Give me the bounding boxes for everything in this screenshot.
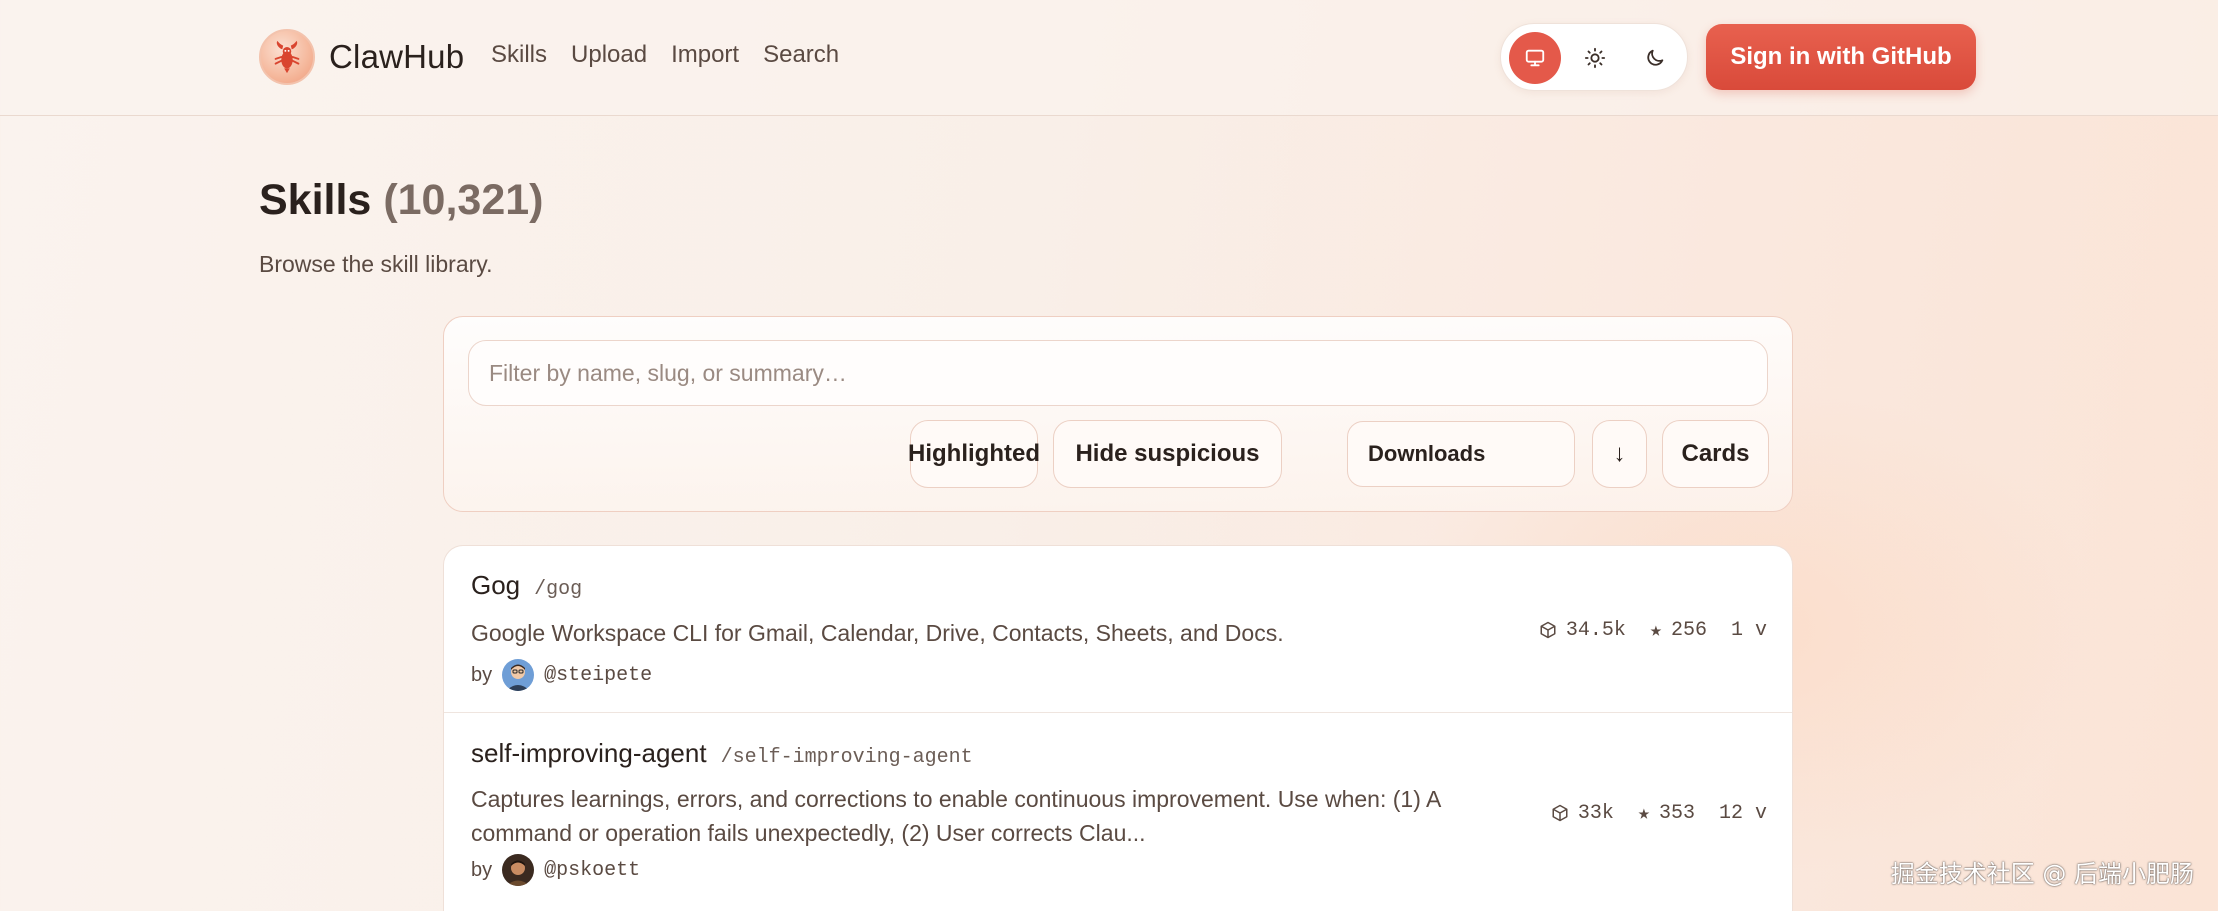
page-title-text: Skills xyxy=(259,176,372,224)
theme-toggle xyxy=(1500,23,1688,91)
theme-light-button[interactable] xyxy=(1569,32,1621,84)
hide-suspicious-toggle[interactable]: Hide suspicious xyxy=(1053,420,1282,488)
avatar xyxy=(502,659,535,691)
skill-title: Gog /gog xyxy=(471,570,582,601)
author-handle[interactable]: @pskoett xyxy=(544,859,640,882)
skill-author: by @steipete xyxy=(471,659,652,691)
skill-stats: 34.5k ★ 256 1 v xyxy=(1539,617,1767,643)
monitor-icon xyxy=(1525,49,1545,67)
main-nav: Skills Upload Import Search xyxy=(491,41,839,69)
arrow-down-icon: ↓ xyxy=(1613,440,1626,467)
downloads-count: 34.5k xyxy=(1565,618,1626,642)
skill-title: self-improving-agent /self-improving-age… xyxy=(471,738,973,769)
versions-count: 1 v xyxy=(1730,618,1767,642)
stars-stat: ★ 353 xyxy=(1637,800,1695,827)
highlighted-toggle[interactable]: Highlighted xyxy=(908,420,1040,488)
view-mode-button[interactable]: Cards xyxy=(1662,420,1769,488)
author-handle[interactable]: @steipete xyxy=(544,664,652,687)
sort-select-value: Downloads xyxy=(1368,441,1486,466)
by-label: by xyxy=(471,858,493,881)
sort-select[interactable]: Downloads xyxy=(1347,421,1575,487)
stars-count: 353 xyxy=(1658,801,1695,825)
downloads-stat: 34.5k xyxy=(1539,619,1626,642)
skill-stats: 33k ★ 353 12 v xyxy=(1551,800,1767,826)
skill-slug: /self-improving-agent xyxy=(720,746,973,769)
avatar xyxy=(502,854,535,886)
versions-stat: 1 v xyxy=(1731,619,1767,642)
filter-search-input[interactable] xyxy=(468,340,1768,406)
skill-summary: Google Workspace CLI for Gmail, Calendar… xyxy=(471,620,1284,646)
brand-home-link[interactable]: ClawHub xyxy=(259,29,464,85)
sort-direction-button[interactable]: ↓ xyxy=(1592,420,1647,488)
lobster-logo-icon xyxy=(259,29,315,85)
theme-system-button[interactable] xyxy=(1509,32,1561,84)
moon-icon xyxy=(1647,49,1664,66)
package-icon xyxy=(1540,621,1556,639)
skills-list: Gog /gog Google Workspace CLI for Gmail,… xyxy=(443,545,1793,911)
by-label: by xyxy=(471,663,493,686)
downloads-count: 33k xyxy=(1577,801,1614,825)
stars-count: 256 xyxy=(1670,618,1707,642)
watermark: 掘金技术社区 @ 后端小肥肠 xyxy=(1890,860,2194,888)
skill-name: self-improving-agent xyxy=(471,738,707,768)
page-title: Skills (10,321) xyxy=(259,176,543,225)
stars-stat: ★ 256 xyxy=(1649,617,1707,644)
skill-row[interactable]: Gog /gog Google Workspace CLI for Gmail,… xyxy=(444,546,1792,712)
top-header: ClawHub Skills Upload Import Search Sign… xyxy=(0,0,2218,116)
sun-icon xyxy=(1584,47,1606,69)
filter-panel: Highlighted Hide suspicious Downloads ↓ … xyxy=(443,316,1793,512)
skill-slug: /gog xyxy=(534,578,583,601)
page-subtitle: Browse the skill library. xyxy=(259,251,493,277)
nav-import[interactable]: Import xyxy=(671,41,739,69)
star-icon: ★ xyxy=(1637,803,1650,826)
versions-stat: 12 v xyxy=(1719,802,1767,825)
nav-upload[interactable]: Upload xyxy=(571,41,647,69)
skill-summary: Captures learnings, errors, and correcti… xyxy=(471,786,1441,846)
skills-count: (10,321) xyxy=(383,176,544,224)
skill-name: Gog xyxy=(471,570,521,600)
star-icon: ★ xyxy=(1649,620,1662,643)
nav-search[interactable]: Search xyxy=(763,41,839,69)
sign-in-github-button[interactable]: Sign in with GitHub xyxy=(1706,24,1976,90)
nav-skills[interactable]: Skills xyxy=(491,41,547,69)
theme-dark-button[interactable] xyxy=(1629,32,1681,84)
skill-author: by @pskoett xyxy=(471,854,640,886)
package-icon xyxy=(1552,804,1568,822)
skill-row[interactable]: self-improving-agent /self-improving-age… xyxy=(444,712,1792,911)
downloads-stat: 33k xyxy=(1551,802,1614,825)
versions-count: 12 v xyxy=(1718,801,1767,825)
brand-name: ClawHub xyxy=(329,38,465,75)
